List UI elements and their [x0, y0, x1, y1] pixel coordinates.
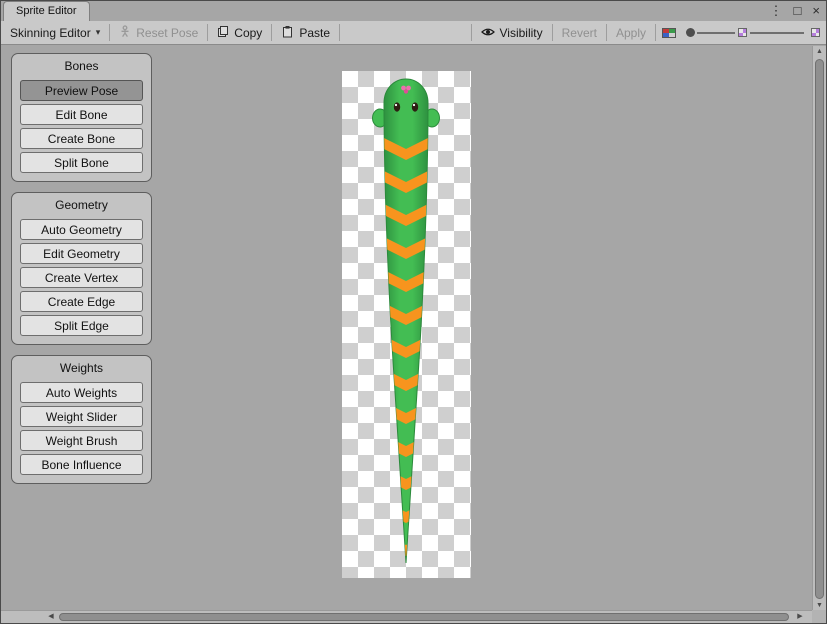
paste-button[interactable]: Paste	[272, 21, 339, 44]
create-edge-button[interactable]: Create Edge	[20, 291, 143, 312]
vertical-scrollbar[interactable]: ▲ ▼	[812, 46, 826, 612]
split-edge-button[interactable]: Split Edge	[20, 315, 143, 336]
auto-weights-button[interactable]: Auto Weights	[20, 382, 143, 403]
weights-panel: Weights Auto Weights Weight Slider Weigh…	[11, 355, 152, 484]
bone-influence-button[interactable]: Bone Influence	[20, 454, 143, 475]
vertical-scrollbar-thumb[interactable]	[815, 59, 824, 599]
revert-label: Revert	[562, 26, 597, 40]
auto-geometry-button[interactable]: Auto Geometry	[20, 219, 143, 240]
close-icon[interactable]: ×	[812, 1, 820, 21]
zoom-slider-track[interactable]	[750, 32, 804, 34]
scrollbar-corner	[812, 610, 826, 623]
bones-panel-title: Bones	[20, 59, 143, 73]
snake-right-eye-glint	[413, 104, 415, 106]
skinning-editor-label: Skinning Editor	[10, 26, 91, 40]
rgb-swatch-icon	[662, 28, 676, 38]
create-bone-button[interactable]: Create Bone	[20, 128, 143, 149]
rgb-swatch-button[interactable]	[656, 21, 682, 44]
edit-geometry-button[interactable]: Edit Geometry	[20, 243, 143, 264]
geometry-panel: Geometry Auto Geometry Edit Geometry Cre…	[11, 192, 152, 345]
copy-button[interactable]: Copy	[208, 21, 271, 44]
scroll-up-icon[interactable]: ▲	[813, 46, 826, 58]
weights-panel-title: Weights	[20, 361, 143, 375]
revert-button[interactable]: Revert	[553, 21, 606, 44]
copy-label: Copy	[234, 26, 262, 40]
reset-pose-icon	[119, 25, 131, 41]
snake-sprite	[342, 71, 471, 578]
title-bar: Sprite Editor ⋮ □ ×	[1, 1, 826, 21]
kebab-menu-icon[interactable]: ⋮	[770, 1, 783, 21]
scroll-right-icon[interactable]: ▶	[794, 611, 806, 623]
texture-preview-icon[interactable]	[738, 28, 747, 37]
edit-bone-button[interactable]: Edit Bone	[20, 104, 143, 125]
mipmap-icon[interactable]	[811, 28, 820, 37]
visibility-button[interactable]: Visibility	[472, 21, 552, 44]
zoom-slider-knob[interactable]	[686, 28, 695, 37]
apply-label: Apply	[616, 26, 646, 40]
toolbar: Skinning Editor ▾ Reset Pose Copy Paste	[1, 21, 826, 45]
zoom-slider[interactable]	[686, 21, 804, 44]
sprite-editor-window: Sprite Editor ⋮ □ × Skinning Editor ▾ Re…	[0, 0, 827, 624]
bones-panel: Bones Preview Pose Edit Bone Create Bone…	[11, 53, 152, 182]
geometry-panel-title: Geometry	[20, 198, 143, 212]
reset-pose-button[interactable]: Reset Pose	[110, 21, 207, 44]
snake-left-eye-glint	[395, 104, 397, 106]
weight-slider-button[interactable]: Weight Slider	[20, 406, 143, 427]
maximize-icon[interactable]: □	[794, 1, 802, 21]
weight-brush-button[interactable]: Weight Brush	[20, 430, 143, 451]
split-bone-button[interactable]: Split Bone	[20, 152, 143, 173]
sprite-canvas[interactable]	[342, 71, 471, 578]
create-vertex-button[interactable]: Create Vertex	[20, 267, 143, 288]
visibility-label: Visibility	[500, 26, 543, 40]
zoom-slider-track[interactable]	[697, 32, 735, 34]
paste-label: Paste	[299, 26, 330, 40]
visibility-eye-icon	[481, 26, 495, 40]
horizontal-scrollbar-thumb[interactable]	[59, 613, 789, 621]
copy-icon	[217, 25, 229, 41]
snake-right-eye	[412, 102, 418, 111]
reset-pose-label: Reset Pose	[136, 26, 198, 40]
snake-left-eye	[394, 102, 400, 111]
horizontal-scrollbar[interactable]: ◀ ▶	[1, 610, 814, 623]
chevron-down-icon: ▾	[96, 27, 101, 38]
preview-pose-button[interactable]: Preview Pose	[20, 80, 143, 101]
apply-button[interactable]: Apply	[607, 21, 655, 44]
paste-icon	[281, 25, 294, 41]
snake-pink-marking	[404, 89, 408, 93]
skinning-editor-dropdown[interactable]: Skinning Editor ▾	[1, 21, 109, 44]
tab-sprite-editor[interactable]: Sprite Editor	[3, 1, 90, 21]
scroll-left-icon[interactable]: ◀	[45, 611, 57, 623]
